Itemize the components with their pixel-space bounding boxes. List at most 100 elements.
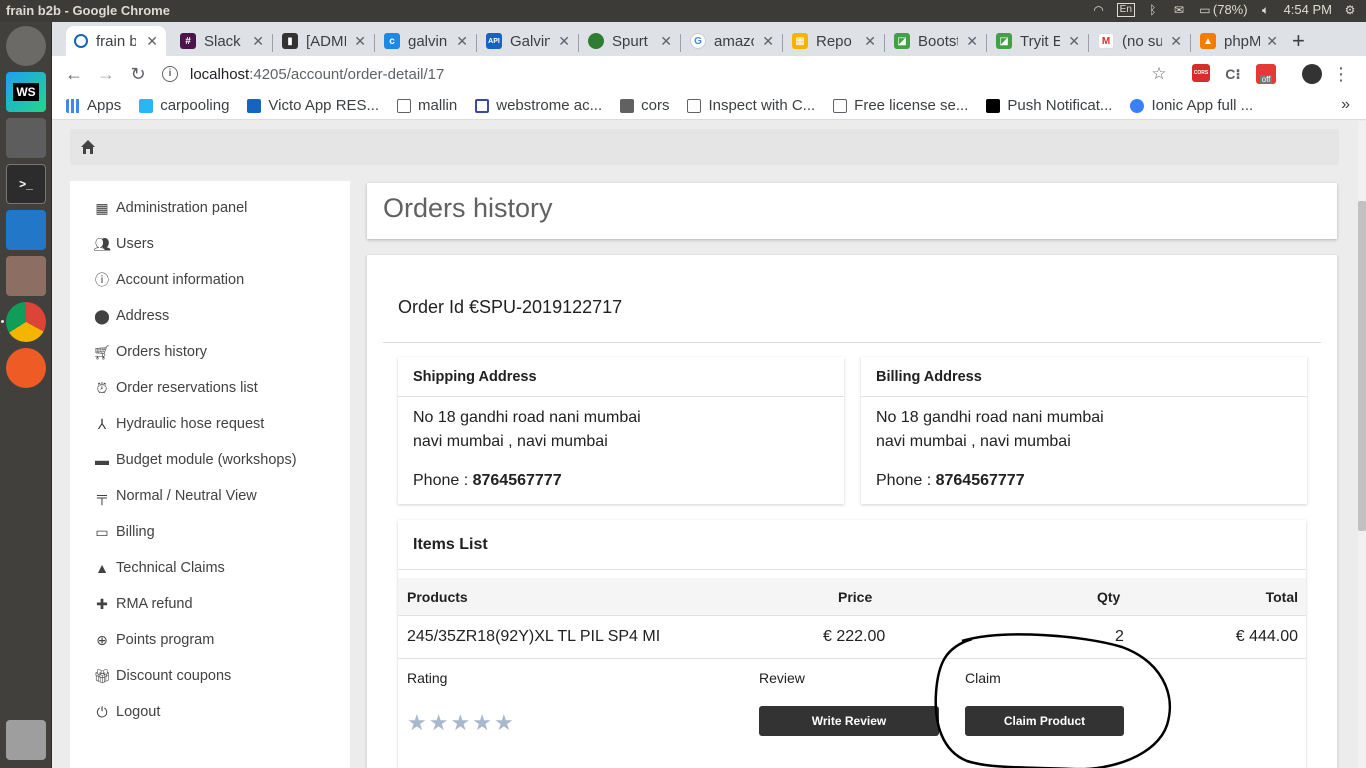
tab-gmail[interactable]: M (no subject) ✕ [1090, 26, 1190, 56]
mail-icon[interactable]: ✉ [1171, 3, 1187, 17]
files-icon[interactable] [6, 256, 46, 296]
page-scrollbar[interactable] [1358, 121, 1366, 768]
sidebar-item-reservations[interactable]: ⏰︎ Order reservations list [94, 376, 258, 400]
forward-arrow-icon[interactable]: → [94, 62, 118, 86]
more-bookmarks-icon[interactable]: » [1341, 96, 1350, 114]
star-icon[interactable]: ★ [407, 710, 427, 736]
bookmark-webstrome[interactable]: webstrome ac... [475, 97, 602, 114]
tab-amazon[interactable]: G amazon ✕ [682, 26, 782, 56]
menu-kebab-icon[interactable]: ⋮ [1332, 64, 1350, 84]
bookmark-ionic[interactable]: Ionic App full ... [1130, 97, 1253, 114]
scrollbar-thumb[interactable] [1358, 201, 1366, 531]
cors-extension-icon[interactable]: CORS [1192, 64, 1210, 82]
home-icon[interactable] [80, 139, 96, 155]
reload-icon[interactable]: ↻ [126, 62, 150, 86]
star-icon[interactable]: ★ [429, 710, 449, 736]
close-icon[interactable]: ✕ [1170, 33, 1182, 50]
bookmark-carpooling[interactable]: carpooling [139, 97, 229, 114]
write-review-button[interactable]: Write Review [759, 706, 939, 736]
tab-galvin-api[interactable]: API Galvin ✕ [478, 26, 578, 56]
bluetooth-icon[interactable]: ᛒ [1145, 3, 1161, 17]
sidebar-item-logout[interactable]: ⏻ Logout [94, 700, 160, 724]
close-icon[interactable]: ✕ [456, 33, 468, 50]
tab-slack[interactable]: # Slack ✕ [172, 26, 272, 56]
close-icon[interactable]: ✕ [558, 33, 570, 50]
tab-phpmyadmin[interactable]: ▲ phpMyAdmin ✕ [1192, 26, 1286, 56]
vscode-icon[interactable] [6, 210, 46, 250]
tab-repo[interactable]: ▦ Repo ✕ [784, 26, 884, 56]
webstorm-icon[interactable]: WS [6, 72, 46, 112]
bookmark-label: Free license se... [854, 97, 969, 114]
wifi-icon[interactable]: ◠ [1091, 3, 1107, 17]
postman-icon[interactable] [6, 348, 46, 388]
close-icon[interactable]: ✕ [660, 33, 672, 50]
chrome-icon[interactable] [6, 302, 46, 342]
trash-icon[interactable] [6, 720, 46, 760]
new-tab-icon[interactable]: + [1292, 28, 1305, 54]
tab-spurt[interactable]: Spurt ✕ [580, 26, 680, 56]
sidebar-item-label: Normal / Neutral View [116, 488, 257, 504]
col-products: Products [407, 589, 468, 605]
rating-stars[interactable]: ★ ★ ★ ★ ★ [407, 710, 514, 736]
clock[interactable]: 4:54 PM [1284, 2, 1332, 17]
sidebar-item-address[interactable]: ⬤ Address [94, 304, 169, 328]
close-icon[interactable]: ✕ [1068, 33, 1080, 50]
sidebar-item-label: Discount coupons [116, 668, 232, 684]
bookmark-push[interactable]: Push Notificat... [986, 97, 1112, 114]
sidebar-item-account[interactable]: ⓘ Account information [94, 268, 244, 292]
profile-avatar[interactable] [1302, 64, 1322, 84]
terminal-icon[interactable]: >_ [6, 164, 46, 204]
battery-indicator[interactable]: ▭ (78%) [1197, 2, 1247, 17]
tab-tryit[interactable]: ◪ Tryit Editor ✕ [988, 26, 1088, 56]
sidebar-item-technical-claims[interactable]: ▲ Technical Claims [94, 556, 225, 580]
sidebar-item-budget[interactable]: ▬ Budget module (workshops) [94, 448, 297, 472]
shipping-line1: No 18 gandhi road nani mumbai [413, 409, 641, 426]
tab-admin[interactable]: ▮ [ADMIN] ✕ [274, 26, 374, 56]
tab-frain[interactable]: frain b2b ✕ [66, 26, 166, 56]
tab-bootstrap[interactable]: ◪ Bootstrap ✕ [886, 26, 986, 56]
text-editor-icon[interactable] [6, 118, 46, 158]
site-info-icon[interactable]: i [162, 66, 178, 82]
close-icon[interactable]: ✕ [354, 33, 366, 50]
close-icon[interactable]: ✕ [864, 33, 876, 50]
spurt-icon [588, 33, 604, 49]
tab-galvin[interactable]: c galvin ✕ [376, 26, 476, 56]
bookmark-free-license[interactable]: Free license se... [833, 97, 968, 114]
settings-gear-icon[interactable]: ⚙ [1342, 3, 1358, 17]
sidebar-item-label: Account information [116, 272, 245, 288]
bookmark-star-icon[interactable]: ☆ [1150, 64, 1168, 84]
close-icon[interactable]: ✕ [966, 33, 978, 50]
close-icon[interactable]: ✕ [146, 33, 158, 50]
bookmark-mallin[interactable]: mallin [397, 97, 457, 114]
medium-icon [986, 98, 1001, 113]
volume-icon[interactable]: 🔈︎ [1258, 3, 1274, 17]
sidebar-item-users[interactable]: 👥︎ Users [93, 232, 154, 256]
dash-icon[interactable] [6, 26, 46, 66]
back-arrow-icon[interactable]: ← [62, 62, 86, 86]
bookmark-victo[interactable]: Victo App RES... [247, 97, 379, 114]
sidebar-item-hydraulic[interactable]: ⅄ Hydraulic hose request [94, 412, 265, 436]
close-icon[interactable]: ✕ [762, 33, 774, 50]
tab-separator [782, 34, 783, 52]
folder-icon [620, 98, 635, 113]
off-extension-icon[interactable]: off [1256, 64, 1276, 84]
star-icon[interactable]: ★ [450, 710, 470, 736]
sidebar-item-billing[interactable]: ▭ Billing [94, 520, 154, 544]
close-icon[interactable]: ✕ [252, 33, 264, 50]
star-icon[interactable]: ★ [494, 710, 514, 736]
sidebar-item-points[interactable]: ⊕ Points program [94, 628, 214, 652]
extension-icon[interactable]: C⁝ [1224, 64, 1242, 84]
bookmark-inspect[interactable]: Inspect with C... [687, 97, 815, 114]
star-icon[interactable]: ★ [472, 710, 492, 736]
api-icon: API [486, 33, 502, 49]
bookmark-cors[interactable]: cors [620, 97, 669, 114]
keyboard-language[interactable]: En [1116, 2, 1135, 17]
sidebar-item-administration[interactable]: ▦ Administration panel [94, 196, 247, 220]
close-icon[interactable]: ✕ [1266, 33, 1278, 50]
address-bar[interactable]: i localhost:4205/account/order-detail/17 [162, 58, 1162, 90]
bookmark-apps[interactable]: Apps [66, 97, 121, 114]
sidebar-item-neutral-view[interactable]: ╤ Normal / Neutral View [94, 484, 257, 508]
sidebar-item-rma[interactable]: ✚ RMA refund [94, 592, 192, 616]
sidebar-item-coupons[interactable]: 🎁︎ Discount coupons [93, 664, 232, 688]
sidebar-item-orders-history[interactable]: 🛒︎ Orders history [93, 340, 207, 364]
